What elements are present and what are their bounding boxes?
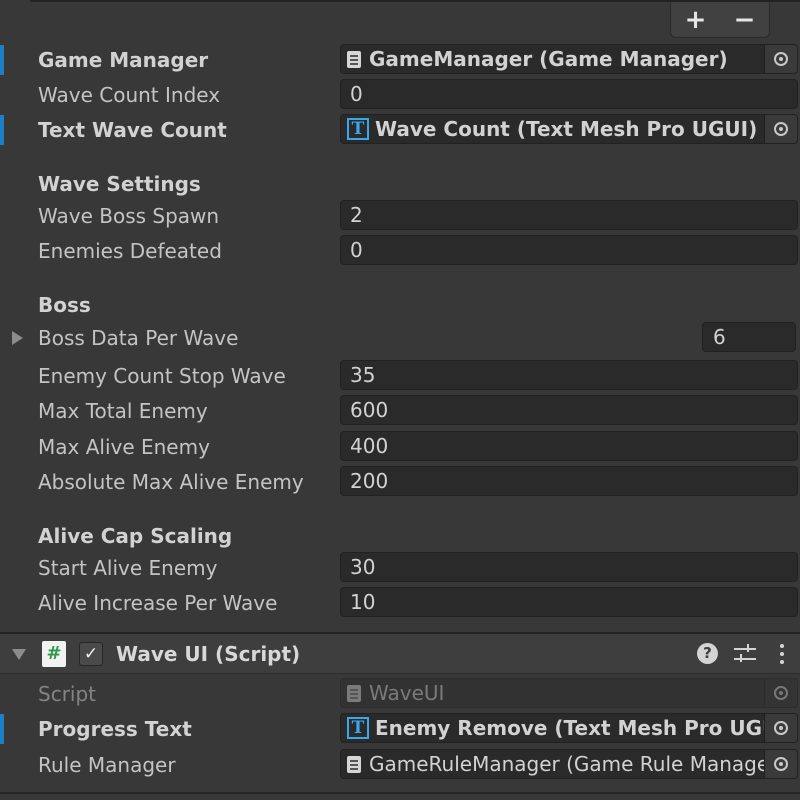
int-field-enemy-count-stop-wave[interactable]: 35 [340,360,798,390]
help-icon[interactable]: ? [697,643,718,664]
field-row-rule-manager: Rule Manager GameRuleManager (Game Rule … [0,748,800,782]
field-label: Wave Count Index [38,83,221,107]
object-field-progress-text[interactable]: T Enemy Remove (Text Mesh Pro UGUI) [340,713,798,743]
array-size-field[interactable]: 6 [702,322,796,352]
field-label: Absolute Max Alive Enemy [38,470,304,494]
component-header-wave-ui[interactable]: # ✓ Wave UI (Script) ? [0,634,800,674]
list-footer: + − [0,0,800,40]
field-label: Start Alive Enemy [38,556,218,580]
object-picker-button[interactable] [764,714,797,742]
field-label: Enemies Defeated [38,239,222,263]
object-field-value: WaveUI [369,681,445,705]
object-field-value: GameManager (Game Manager) [369,47,728,71]
field-label: Rule Manager [38,753,176,777]
field-label: Wave Boss Spawn [38,204,220,228]
object-picker-button[interactable] [764,750,797,778]
field-row-boss-data-per-wave[interactable]: Boss Data Per Wave 6 [0,321,800,355]
script-icon [347,755,361,773]
section-header-alive-cap-scaling: Alive Cap Scaling [38,524,233,548]
field-row-text-wave-count: Text Wave Count T Wave Count (Text Mesh … [0,113,800,147]
field-row-script: Script WaveUI [0,677,800,711]
target-icon [774,686,788,700]
override-indicator [0,115,4,145]
field-label: Boss Data Per Wave [38,326,239,350]
field-label: Max Alive Enemy [38,435,210,459]
context-menu-icon[interactable] [777,642,787,666]
add-element-button[interactable]: + [678,7,714,33]
object-field-value: GameRuleManager (Game Rule Manager) [369,752,764,776]
csharp-script-icon: # [42,641,66,667]
target-icon [774,721,788,735]
object-field-value: Enemy Remove (Text Mesh Pro UGUI) [375,716,764,740]
field-label: Max Total Enemy [38,399,208,423]
target-icon [774,52,788,66]
component-title: Wave UI (Script) [116,642,301,666]
field-row-max-alive-enemy: Max Alive Enemy 400 [0,430,800,464]
field-label: Game Manager [38,48,209,72]
int-field-wave-boss-spawn[interactable]: 2 [340,200,798,230]
override-indicator [0,45,4,75]
script-icon [347,684,361,702]
int-field-absolute-max-alive-enemy[interactable]: 200 [340,466,798,496]
int-field-start-alive-enemy[interactable]: 30 [340,552,798,582]
field-row-enemies-defeated: Enemies Defeated 0 [0,234,800,268]
field-label: Text Wave Count [38,118,227,142]
textmeshpro-icon: T [347,717,369,739]
object-picker-button[interactable] [764,115,797,143]
field-row-alive-increase-per-wave: Alive Increase Per Wave 10 [0,586,800,620]
component-separator [0,792,800,794]
field-row-enemy-count-stop-wave: Enemy Count Stop Wave 35 [0,359,800,393]
field-row-max-total-enemy: Max Total Enemy 600 [0,394,800,428]
script-icon [347,50,361,68]
target-icon [774,122,788,136]
field-row-wave-boss-spawn: Wave Boss Spawn 2 [0,199,800,233]
object-field-rule-manager[interactable]: GameRuleManager (Game Rule Manager) [340,749,798,779]
field-label: Progress Text [38,717,192,741]
object-field-script: WaveUI [340,678,798,708]
field-row-wave-count-index: Wave Count Index 0 [0,78,800,112]
field-row-game-manager: Game Manager GameManager (Game Manager) [0,43,800,77]
override-indicator [0,714,4,744]
inspector-panel: + − Game Manager GameManager (Game Manag… [0,0,800,800]
textmeshpro-icon: T [347,118,369,140]
foldout-arrow-icon[interactable] [12,331,23,345]
object-field-text-wave-count[interactable]: T Wave Count (Text Mesh Pro UGUI) [340,114,798,144]
int-field-wave-count-index[interactable]: 0 [340,79,798,109]
int-field-enemies-defeated[interactable]: 0 [340,235,798,265]
field-label: Enemy Count Stop Wave [38,364,286,388]
field-row-progress-text: Progress Text T Enemy Remove (Text Mesh … [0,712,800,746]
section-header-wave-settings: Wave Settings [38,172,201,196]
int-field-max-alive-enemy[interactable]: 400 [340,431,798,461]
object-picker-button[interactable] [764,45,797,73]
foldout-arrow-icon[interactable] [12,649,26,660]
field-row-start-alive-enemy: Start Alive Enemy 30 [0,551,800,585]
object-field-value: Wave Count (Text Mesh Pro UGUI) [375,117,758,141]
field-label: Alive Increase Per Wave [38,591,278,615]
object-field-game-manager[interactable]: GameManager (Game Manager) [340,44,798,74]
target-icon [774,757,788,771]
remove-element-button[interactable]: − [727,7,763,33]
section-header-boss: Boss [38,293,91,317]
field-row-absolute-max-alive-enemy: Absolute Max Alive Enemy 200 [0,465,800,499]
component-enabled-checkbox[interactable]: ✓ [79,642,103,666]
object-picker-button [764,679,797,707]
int-field-max-total-enemy[interactable]: 600 [340,395,798,425]
field-label: Script [38,682,97,706]
presets-icon[interactable] [733,642,757,666]
int-field-alive-increase-per-wave[interactable]: 10 [340,587,798,617]
list-add-remove-controls: + − [670,2,770,38]
